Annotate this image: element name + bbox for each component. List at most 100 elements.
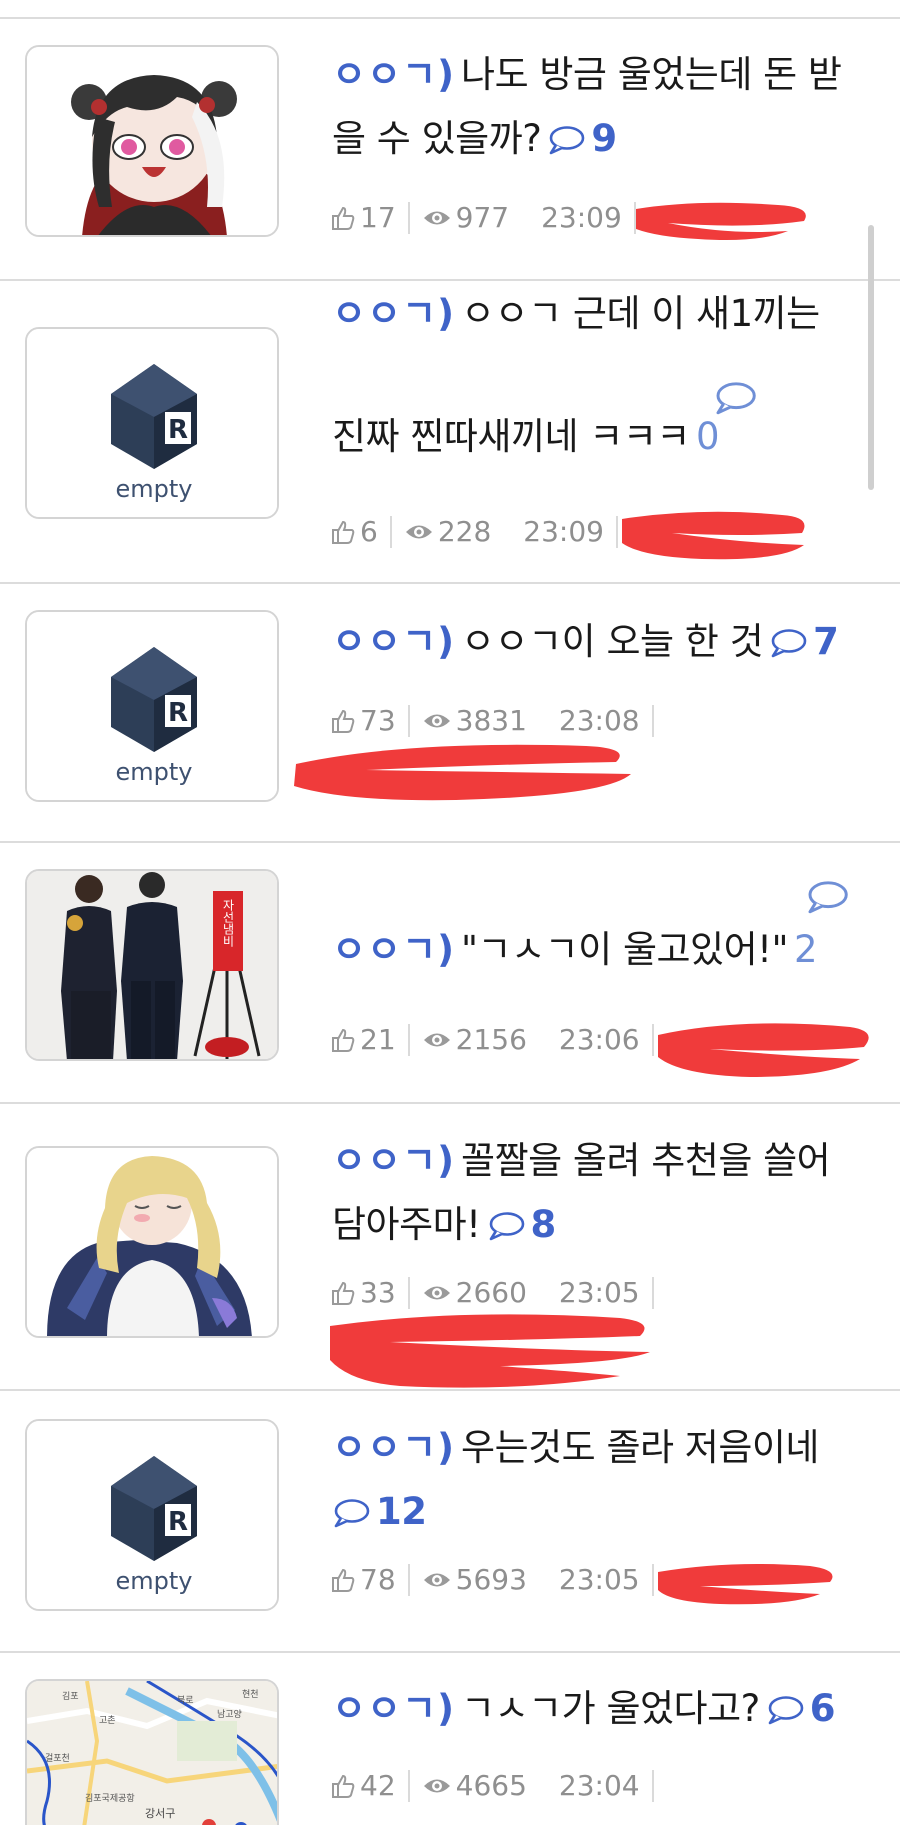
post-meta: 78 5693 23:05 (330, 1563, 666, 1596)
meta-separator (651, 704, 654, 737)
post-thumbnail[interactable] (25, 1146, 279, 1338)
post-item[interactable]: 자선냄비 ㅇㅇㄱ) "ㄱㅅㄱ이 울고있어!" 2 21 2156 23:06 (0, 843, 900, 1104)
post-item[interactable]: R empty ㅇㅇㄱ) 우는것도 졸라 저음이네 12 78 5693 23:0… (0, 1391, 900, 1653)
post-title[interactable]: ㅇㅇㄱ) ㅇㅇㄱ이 오늘 한 것7 (332, 610, 872, 674)
post-thumbnail[interactable]: R empty (25, 1419, 279, 1611)
redaction-mark (636, 202, 806, 240)
comment-count[interactable]: 9 (547, 117, 617, 160)
post-time: 23:09 (541, 201, 622, 234)
like-count: 6 (330, 515, 378, 548)
like-count: 42 (330, 1769, 396, 1802)
meta-separator (407, 704, 410, 737)
redaction-mark (658, 1564, 833, 1605)
thumbs-up-icon (332, 1281, 355, 1305)
view-count: 228 (404, 515, 491, 548)
post-time: 23:09 (523, 515, 604, 548)
speech-bubble-icon (771, 629, 807, 658)
post-prefix: ㅇㅇㄱ) (332, 53, 456, 96)
comment-count[interactable]: 0 (696, 415, 720, 458)
post-title[interactable]: ㅇㅇㄱ) ㄱㅅㄱ가 울었다고? 6 (332, 1677, 872, 1741)
like-count: 73 (330, 704, 396, 737)
map-label: 북로 (177, 1695, 194, 1706)
meta-separator (407, 1023, 410, 1056)
post-thumbnail[interactable] (25, 45, 279, 237)
view-count: 977 (422, 201, 509, 234)
anime-girl-illustration (27, 47, 277, 235)
speech-bubble-icon (808, 881, 848, 914)
view-count: 3831 (422, 704, 527, 737)
post-item[interactable]: R empty ㅇㅇㄱ) ㅇㅇㄱ이 오늘 한 것7 73 3831 23:08 (0, 584, 900, 843)
post-item[interactable]: ㅇㅇㄱ) 나도 방금 울었는데 돈 받 을 수 있을까? 9 17 977 23:0… (0, 19, 900, 281)
comment-count[interactable]: 2 (794, 928, 818, 971)
thumbs-up-icon (332, 1774, 355, 1798)
post-title[interactable]: ㅇㅇㄱ) 꼴짤을 올려 추천을 쓸어 담아주마! 8 (332, 1129, 872, 1257)
post-prefix: ㅇㅇㄱ) (332, 928, 456, 971)
map-label: 걸포천 (45, 1753, 70, 1764)
like-count: 78 (330, 1563, 396, 1596)
charity-bell-photo: 자선냄비 (27, 871, 277, 1059)
post-thumbnail[interactable]: R empty (25, 610, 279, 802)
thumbs-up-icon (332, 520, 355, 544)
thumbs-up-icon (332, 1568, 355, 1592)
post-meta: 21 2156 23:06 (330, 1023, 666, 1056)
comment-count[interactable]: 12 (332, 1490, 427, 1533)
post-prefix: ㅇㅇㄱ) (332, 1687, 456, 1730)
post-prefix: ㅇㅇㄱ) (332, 1139, 456, 1182)
meta-separator (389, 515, 392, 548)
eye-icon (423, 1573, 450, 1586)
empty-label: empty (116, 475, 193, 503)
comment-count[interactable]: 8 (487, 1203, 556, 1246)
comment-count[interactable]: 6 (766, 1687, 836, 1730)
post-item[interactable]: R empty ㅇㅇㄱ) ㅇㅇㄱ 근데 이 새1끼는 진짜 찐따새끼네 ㅋㅋㅋ 0 … (0, 281, 900, 584)
speech-bubble-icon (334, 1499, 370, 1528)
redaction-mark (330, 1314, 650, 1388)
redaction-mark (658, 1023, 869, 1077)
view-count: 2156 (422, 1023, 527, 1056)
post-thumbnail[interactable]: 자선냄비 (25, 869, 279, 1061)
post-prefix: ㅇㅇㄱ) (332, 1426, 456, 1469)
empty-placeholder-logo: R empty (27, 1421, 277, 1609)
post-prefix: ㅇㅇㄱ) (332, 620, 456, 663)
thumbs-up-icon (332, 709, 355, 733)
post-title[interactable]: ㅇㅇㄱ) ㅇㅇㄱ 근데 이 새1끼는 (332, 285, 872, 343)
redaction-mark (622, 511, 805, 560)
like-count: 21 (330, 1023, 396, 1056)
post-thumbnail[interactable]: 김포 고촌 걸포천 김포국제공항 강서구 북로 남고양 현천 (25, 1679, 279, 1825)
eye-icon (423, 714, 450, 727)
post-time: 23:04 (558, 1769, 640, 1802)
empty-placeholder-logo: R empty (27, 612, 277, 800)
post-time: 23:05 (558, 1563, 640, 1596)
empty-label: empty (116, 1567, 193, 1595)
comment-count[interactable]: 7 (769, 620, 839, 663)
post-meta: 73 3831 23:08 (330, 704, 666, 737)
meta-separator (407, 201, 410, 234)
redaction-mark (294, 744, 631, 801)
empty-label: empty (116, 758, 193, 786)
map-thumbnail: 김포 고촌 걸포천 김포국제공항 강서구 북로 남고양 현천 (27, 1681, 277, 1825)
eye-icon (405, 525, 432, 538)
eye-icon (423, 1779, 450, 1792)
eye-icon (423, 211, 450, 224)
post-item[interactable]: ㅇㅇㄱ) 꼴짤을 올려 추천을 쓸어 담아주마! 8 33 2660 23:05 (0, 1104, 900, 1391)
post-thumbnail[interactable]: R empty (25, 327, 279, 519)
eye-icon (423, 1286, 450, 1299)
map-label: 김포 (62, 1690, 79, 1702)
kettle-sign-text: 자선냄비 (221, 899, 235, 947)
post-prefix: ㅇㅇㄱ) (332, 292, 456, 335)
post-item[interactable]: 김포 고촌 걸포천 김포국제공항 강서구 북로 남고양 현천 ㅇㅇㄱ) ㄱㅅㄱ가 … (0, 1653, 900, 1825)
post-title[interactable]: ㅇㅇㄱ) 나도 방금 울었는데 돈 받 을 수 있을까? 9 (332, 43, 872, 171)
empty-placeholder-logo: R empty (27, 329, 277, 517)
post-title[interactable]: ㅇㅇㄱ) "ㄱㅅㄱ이 울고있어!" 2 (332, 918, 872, 982)
post-meta: 42 4665 23:04 (330, 1769, 666, 1802)
svg-text:R: R (168, 698, 188, 728)
post-title[interactable]: ㅇㅇㄱ) 우는것도 졸라 저음이네 12 (332, 1416, 872, 1544)
map-label: 고촌 (99, 1715, 116, 1726)
map-label: 현천 (242, 1689, 259, 1700)
thumbs-up-icon (332, 206, 355, 230)
like-count: 17 (330, 201, 396, 234)
map-label: 강서구 (145, 1807, 175, 1820)
meta-separator (407, 1563, 410, 1596)
post-title-line2[interactable]: 진짜 찐따새끼네 ㅋㅋㅋ 0 (332, 406, 872, 468)
scrollbar[interactable] (868, 225, 874, 490)
meta-separator (407, 1769, 410, 1802)
